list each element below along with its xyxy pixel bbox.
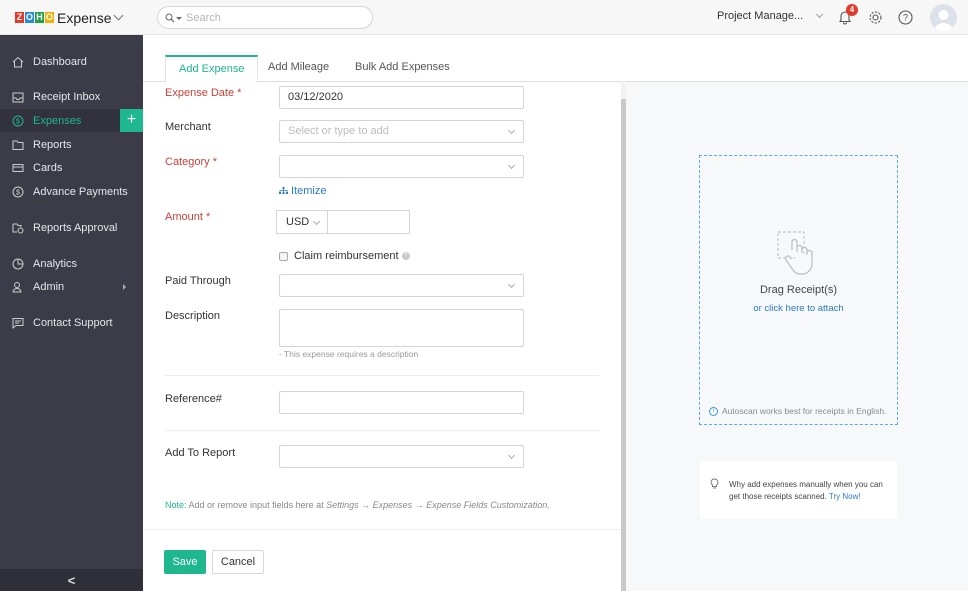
approval-icon [12, 222, 24, 234]
help-tooltip-icon[interactable]: ? [401, 252, 410, 260]
chevron-down-icon [816, 10, 824, 19]
paid-through-select[interactable] [279, 274, 524, 297]
footer-divider [143, 529, 621, 530]
add-to-report-label: Add To Report [165, 447, 236, 459]
itemize-link[interactable]: Itemize [279, 185, 326, 197]
pie-chart-icon [12, 258, 24, 270]
help-icon[interactable]: ? [897, 9, 914, 26]
svg-text:$: $ [16, 189, 20, 196]
tab-add-mileage[interactable]: Add Mileage [255, 55, 342, 82]
svg-text:$: $ [16, 118, 20, 125]
advance-payment-icon: $ [12, 186, 24, 198]
description-hint: - This expense requires a description [279, 349, 419, 359]
sidebar-item-dashboard[interactable]: Dashboard [0, 50, 143, 73]
lightbulb-icon [710, 478, 719, 489]
chevron-down-icon [312, 217, 321, 226]
divider [165, 430, 599, 431]
sidebar-item-reports[interactable]: Reports [0, 133, 143, 156]
tab-bulk-add-expenses[interactable]: Bulk Add Expenses [342, 55, 463, 82]
divider [165, 375, 599, 376]
top-bar: Z O H O Expense Search Project Manage...… [0, 0, 968, 35]
sidebar-item-cards[interactable]: Cards [0, 156, 143, 179]
autoscan-note: i Autoscan works best for receipts in En… [709, 406, 886, 416]
description-textarea[interactable] [279, 309, 524, 347]
reference-input[interactable] [279, 391, 524, 414]
category-select[interactable] [279, 155, 524, 178]
drag-receipts-title: Drag Receipt(s) [759, 284, 838, 296]
itemize-icon [279, 187, 288, 194]
collapse-sidebar-button[interactable]: < [0, 569, 143, 591]
chevron-down-icon [507, 126, 516, 135]
description-label: Description [165, 310, 221, 322]
sidebar-item-contact-support[interactable]: Contact Support [0, 311, 143, 334]
customization-note: Note: Add or remove input fields here at… [165, 500, 550, 510]
inbox-icon [12, 91, 24, 103]
reference-label: Reference# [165, 393, 222, 405]
organization-switcher[interactable]: Project Manage... [717, 10, 824, 22]
search-filter-caret-icon[interactable] [176, 17, 182, 20]
sidebar-item-receipt-inbox[interactable]: Receipt Inbox [0, 85, 143, 108]
attach-receipt-link[interactable]: or click here to attach [699, 303, 898, 314]
users-icon [12, 281, 24, 293]
expense-date-input[interactable]: 03/12/2020 [279, 86, 524, 109]
sidebar-item-reports-approval[interactable]: Reports Approval [0, 216, 143, 239]
claim-reimbursement[interactable]: Claim reimbursement ? [279, 250, 410, 262]
chevron-down-icon [507, 451, 516, 460]
drag-hand-icon [777, 231, 813, 275]
tab-bar: Add Expense Add Mileage Bulk Add Expense… [143, 35, 968, 83]
add-expense-button[interactable]: + [120, 109, 143, 132]
currency-select[interactable]: USD [276, 210, 328, 234]
search-icon [165, 13, 175, 22]
autoscan-tip-text: Why add expenses manually when you can g… [729, 480, 883, 501]
sidebar-item-admin[interactable]: Admin [0, 275, 143, 298]
expense-date-label: Expense Date * [165, 87, 242, 99]
paid-through-label: Paid Through [165, 275, 231, 287]
save-button[interactable]: Save [164, 550, 206, 574]
merchant-label: Merchant [165, 121, 211, 133]
sidebar: Dashboard Receipt Inbox $ Expenses + Rep… [0, 35, 143, 591]
merchant-select[interactable]: Select or type to add [279, 120, 524, 143]
claim-reimbursement-checkbox[interactable] [279, 251, 288, 261]
category-label: Category * [165, 156, 217, 168]
product-name: Expense [57, 9, 112, 26]
chat-icon [12, 317, 24, 329]
cancel-button[interactable]: Cancel [212, 550, 264, 574]
scrollbar-thumb[interactable] [621, 99, 626, 591]
search-input[interactable]: Search [157, 6, 373, 29]
user-silhouette-icon [934, 10, 953, 31]
organization-name: Project Manage... [717, 10, 804, 22]
folder-icon [12, 139, 24, 151]
chevron-down-icon [507, 280, 516, 289]
info-icon: i [709, 406, 718, 416]
notification-badge: 4 [846, 4, 858, 16]
card-icon [12, 162, 24, 174]
sidebar-item-advance-payments[interactable]: $ Advance Payments [0, 180, 143, 203]
dollar-icon: $ [12, 115, 24, 127]
chevron-down-icon [114, 10, 124, 20]
app-switcher[interactable]: Z O H O Expense [0, 0, 143, 35]
svg-text:?: ? [903, 13, 908, 23]
chevron-down-icon [507, 161, 516, 170]
chevron-right-icon [123, 284, 126, 290]
zoho-logo: Z O H O [15, 12, 54, 23]
try-now-link[interactable]: Try Now! [829, 492, 861, 501]
home-icon [12, 56, 24, 68]
amount-input[interactable] [327, 210, 410, 234]
search-placeholder: Search [186, 11, 221, 24]
amount-label: Amount * [165, 211, 211, 223]
sidebar-item-expenses[interactable]: $ Expenses + [0, 109, 143, 132]
gear-icon[interactable] [867, 9, 884, 26]
user-avatar[interactable] [930, 4, 957, 31]
sidebar-item-analytics[interactable]: Analytics [0, 252, 143, 275]
add-to-report-select[interactable] [279, 445, 524, 468]
tab-add-expense[interactable]: Add Expense [165, 55, 259, 83]
